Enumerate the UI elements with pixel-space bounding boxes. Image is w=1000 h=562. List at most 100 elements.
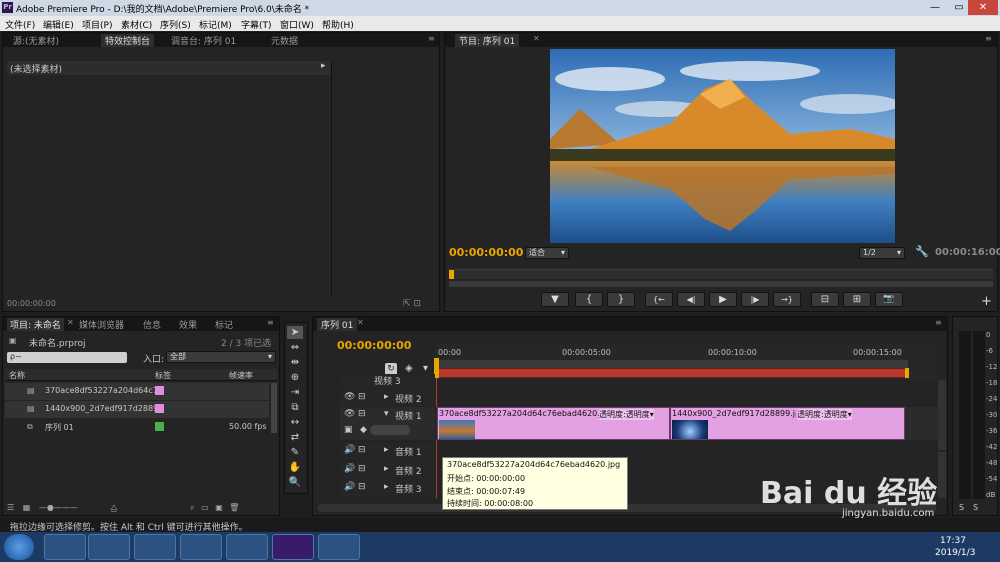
tab-close-icon[interactable]: ✕ xyxy=(357,318,364,327)
new-item-icon[interactable]: ▣ xyxy=(215,503,223,512)
tab-markers[interactable]: 标记 xyxy=(215,318,233,331)
minimize-button[interactable]: — xyxy=(922,0,948,15)
sync-lock-icon[interactable]: ⊟ xyxy=(358,409,366,419)
timeline-clip-1[interactable]: 370ace8df53227a204d64c76ebad4620.jpg 透明度… xyxy=(437,407,670,440)
menu-project[interactable]: 项目(P) xyxy=(82,18,112,31)
marker-icon[interactable]: ▾ xyxy=(423,363,428,374)
zoom-tool-icon[interactable]: 🔍 xyxy=(287,476,303,489)
icon-view-icon[interactable]: ▦ xyxy=(23,503,31,512)
menu-clip[interactable]: 素材(C) xyxy=(121,18,152,31)
zoom-scrollbar[interactable] xyxy=(449,281,993,287)
keyframe-icon[interactable]: ◆ xyxy=(360,425,367,435)
collapse-track-icon[interactable]: ▾ xyxy=(384,409,389,419)
start-button[interactable] xyxy=(4,534,34,560)
tab-metadata[interactable]: 元数据 xyxy=(271,34,298,47)
eye-icon[interactable]: 👁 xyxy=(344,392,355,402)
delete-icon[interactable]: 🗑 xyxy=(229,503,239,512)
pen-tool-icon[interactable]: ✎ xyxy=(287,446,303,459)
solo-button[interactable]: S xyxy=(973,503,978,512)
tab-close-icon[interactable]: ✕ xyxy=(67,318,74,327)
mark-out-button[interactable]: } xyxy=(607,292,635,307)
quality-dropdown[interactable]: 1/2 ▾ xyxy=(859,247,905,259)
sync-lock-icon[interactable]: ⊟ xyxy=(358,464,366,474)
menu-window[interactable]: 窗口(W) xyxy=(280,18,314,31)
track-header-audio2[interactable]: 🔊 ⊟ ▸ 音频 2 xyxy=(340,462,435,478)
menu-file[interactable]: 文件(F) xyxy=(5,18,35,31)
work-area-bar[interactable] xyxy=(436,368,908,378)
track-header-video1[interactable]: 👁 ⊟ ▾ 视频 1 ▣ ◆ xyxy=(340,407,435,440)
panel-menu-icon[interactable]: ≡ xyxy=(935,318,942,327)
sync-lock-icon[interactable]: ⊟ xyxy=(358,445,366,455)
panel-corner-icons[interactable]: ⇱ ⊡ xyxy=(403,299,421,309)
hand-tool-icon[interactable]: ✋ xyxy=(287,461,303,474)
rate-stretch-tool-icon[interactable]: ⇥ xyxy=(287,386,303,399)
video-scrollbar[interactable] xyxy=(938,380,946,450)
step-back-button[interactable]: ◀| xyxy=(677,292,705,307)
audio-scrollbar[interactable] xyxy=(938,452,946,498)
close-button[interactable]: ✕ xyxy=(968,0,998,15)
panel-menu-icon[interactable]: ≡ xyxy=(267,318,274,327)
tab-project[interactable]: 项目: 未命名 xyxy=(7,318,64,331)
panel-menu-icon[interactable]: ≡ xyxy=(428,34,435,43)
list-item[interactable]: ▤ 1440x900_2d7edf917d2889! xyxy=(5,401,269,418)
panel-menu-icon[interactable]: ≡ xyxy=(985,34,992,43)
opacity-dropdown[interactable]: 透明度:透明度▾ xyxy=(599,409,654,420)
slide-tool-icon[interactable]: ⇄ xyxy=(287,431,303,444)
razor-tool-icon[interactable]: ⧉ xyxy=(287,401,303,414)
in-dropdown[interactable]: 全部 ▾ xyxy=(166,351,276,363)
tab-effects[interactable]: 效果 xyxy=(179,318,197,331)
sync-lock-icon[interactable]: ⊟ xyxy=(358,392,366,402)
timeline-clip-2[interactable]: 1440x900_2d7edf917d28899.jpg 透明度:透明度▾ xyxy=(670,407,905,440)
taskbar-app-explorer[interactable] xyxy=(88,534,130,560)
go-to-out-button[interactable]: →} xyxy=(773,292,801,307)
timeline-timecode[interactable]: 00:00:00:00 xyxy=(337,339,411,352)
slip-tool-icon[interactable]: ↔ xyxy=(287,416,303,429)
automate-icon[interactable]: ⧋ xyxy=(110,503,117,512)
track-header-audio1[interactable]: 🔊 ⊟ ▸ 音频 1 xyxy=(340,443,435,459)
program-time-ruler[interactable] xyxy=(449,269,993,279)
add-marker-button[interactable]: ▼ xyxy=(541,292,569,307)
taskbar-app-qq[interactable] xyxy=(134,534,176,560)
sync-lock-icon[interactable]: ⊟ xyxy=(358,482,366,492)
menu-title[interactable]: 字幕(T) xyxy=(241,18,272,31)
expand-track-icon[interactable]: ▸ xyxy=(384,445,389,455)
taskbar-app-camtasia[interactable] xyxy=(226,534,268,560)
project-footer-icons[interactable]: ☰ ▦ —●——— ⧋ ⌕ ▭ ▣ 🗑 xyxy=(7,503,277,513)
mark-in-button[interactable]: { xyxy=(575,292,603,307)
search-input[interactable]: ρ~ xyxy=(7,352,127,363)
step-forward-button[interactable]: |▶ xyxy=(741,292,769,307)
zoom-slider-icon[interactable]: —●——— xyxy=(39,503,78,512)
fit-dropdown[interactable]: 适合 ▾ xyxy=(525,247,569,259)
keyframe-nav[interactable] xyxy=(370,425,410,435)
column-name[interactable]: 名称 xyxy=(9,370,25,381)
vertical-scrollbar[interactable] xyxy=(271,383,277,433)
taskbar-app-recorder[interactable] xyxy=(318,534,360,560)
lift-button[interactable]: ⊟ xyxy=(811,292,839,307)
taskbar-app-browser[interactable] xyxy=(44,534,86,560)
add-button-icon[interactable]: + xyxy=(981,294,992,309)
expand-track-icon[interactable]: ▸ xyxy=(384,392,389,402)
playhead-marker[interactable] xyxy=(449,270,454,279)
list-item[interactable]: ▤ 370ace8df53227a204d64c7 xyxy=(5,383,269,400)
taskbar-app-premiere[interactable] xyxy=(272,534,314,560)
play-button[interactable]: ▶ xyxy=(709,292,737,307)
track-header-video3[interactable]: 视频 3 xyxy=(340,374,435,388)
expand-arrow-icon[interactable]: ▸ xyxy=(321,61,326,71)
rolling-edit-tool-icon[interactable]: ⊕ xyxy=(287,371,303,384)
taskbar-app-firefox[interactable] xyxy=(180,534,222,560)
menu-sequence[interactable]: 序列(S) xyxy=(160,18,191,31)
clock-time[interactable]: 17:37 xyxy=(940,536,966,546)
tab-close-icon[interactable]: ✕ xyxy=(533,34,540,43)
expand-track-icon[interactable]: ▸ xyxy=(384,482,389,492)
menu-marker[interactable]: 标记(M) xyxy=(199,18,232,31)
column-label[interactable]: 标签 xyxy=(155,370,171,381)
tab-audio-mixer[interactable]: 调音台: 序列 01 xyxy=(171,34,236,47)
tab-source[interactable]: 源:(无素材) xyxy=(13,34,59,47)
display-style-icon[interactable]: ▣ xyxy=(344,425,353,435)
export-frame-button[interactable]: 📷 xyxy=(875,292,903,307)
solo-button[interactable]: S xyxy=(959,503,964,512)
track-header-audio3[interactable]: 🔊 ⊟ ▸ 音频 3 xyxy=(340,480,435,496)
work-area-end-handle[interactable] xyxy=(905,368,909,378)
speaker-icon[interactable]: 🔊 xyxy=(344,445,355,455)
clock-date[interactable]: 2019/1/3 xyxy=(935,548,975,558)
